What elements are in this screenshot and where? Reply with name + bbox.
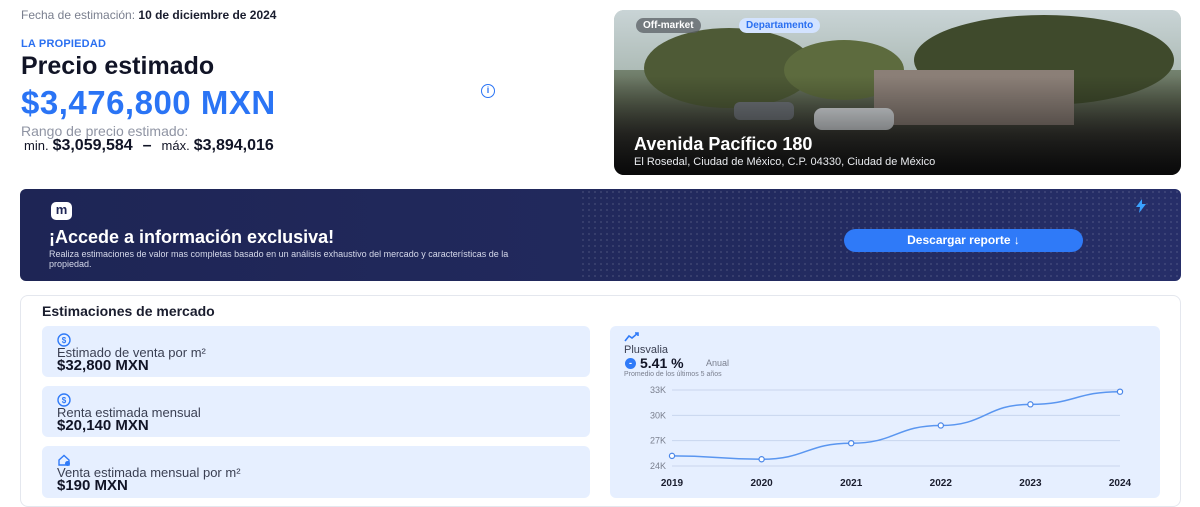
estimation-date-label: Fecha de estimación: — [21, 8, 136, 22]
plusvalia-unit: Anual — [706, 358, 730, 368]
stat-value: $190 MXN — [57, 477, 128, 494]
y-tick-label: 27K — [650, 436, 666, 446]
price-range: min. $3,059,584– máx. $3,894,016 — [24, 137, 274, 155]
plusvalia-value: 5.41 % — [640, 355, 684, 371]
estimation-date: Fecha de estimación: 10 de diciembre de … — [21, 8, 276, 22]
property-location: El Rosedal, Ciudad de México, C.P. 04330… — [634, 156, 936, 168]
x-tick-label: 2024 — [1109, 478, 1132, 489]
y-tick-label: 33K — [650, 385, 666, 395]
estimated-price: $3,476,800 MXN — [21, 84, 276, 121]
min-label: min. — [24, 138, 49, 153]
estimation-date-value: 10 de diciembre de 2024 — [138, 8, 277, 22]
max-label: máx. — [161, 138, 190, 153]
status-badge: Off-market — [636, 18, 701, 33]
download-report-button[interactable]: Descargar reporte ↓ — [844, 229, 1083, 252]
stat-card-monthly-sale-per-m2: Venta estimada mensual por m² $190 MXN — [42, 446, 590, 498]
info-icon[interactable]: i — [481, 84, 495, 98]
x-tick-label: 2020 — [750, 478, 773, 489]
promo-title: ¡Accede a información exclusiva! — [49, 227, 335, 247]
stat-card-sale-per-m2: $ Estimado de venta por m² $32,800 MXN — [42, 326, 590, 377]
series-line — [671, 390, 1121, 460]
data-point — [668, 452, 676, 460]
svg-text:$: $ — [62, 396, 67, 405]
property-address: Avenida Pacífico 180 — [634, 134, 813, 154]
type-badge: Departamento — [739, 18, 821, 33]
y-tick-label: 24K — [650, 461, 666, 471]
min-value: $3,059,584 — [52, 137, 133, 154]
x-tick-label: 2022 — [930, 478, 953, 489]
plusvalia-card: 24K 27K 30K 33K 2019 2020 2021 2022 2023 2024 Plu… — [610, 326, 1160, 498]
stat-card-monthly-rent: $ Renta estimada mensual $20,140 MXN — [42, 386, 590, 437]
stat-value: $32,800 MXN — [57, 357, 149, 374]
data-point — [847, 439, 855, 447]
market-estimates-panel: Estimaciones de mercado $ Estimado de ve… — [20, 295, 1181, 507]
trend-up-icon — [624, 332, 639, 342]
svg-text:$: $ — [62, 336, 67, 345]
max-value: $3,894,016 — [193, 137, 274, 154]
price-title: Precio estimado — [21, 52, 215, 80]
promo-banner: m ¡Accede a información exclusiva! Reali… — [20, 189, 1181, 281]
plusvalia-note: Promedio de los últimos 5 años — [624, 371, 722, 378]
trend-dot-icon: - — [625, 358, 636, 369]
data-point — [937, 422, 944, 429]
data-point — [1116, 388, 1124, 395]
plusvalia-chart: 24K 27K 30K 33K 2019 2020 2021 2022 2023 2024 — [650, 385, 1132, 489]
x-tick-label: 2023 — [1019, 478, 1042, 489]
range-separator: – — [142, 137, 152, 154]
data-point — [1027, 401, 1034, 408]
x-tick-label: 2019 — [661, 478, 684, 489]
data-point — [758, 456, 765, 463]
section-label: LA PROPIEDAD — [21, 38, 107, 50]
market-title: Estimaciones de mercado — [42, 303, 215, 319]
y-tick-label: 30K — [650, 410, 666, 420]
x-tick-label: 2021 — [840, 478, 863, 489]
promo-description: Realiza estimaciones de valor mas comple… — [49, 249, 509, 269]
property-photo-card[interactable]: Off-market Departamento Avenida Pacífico… — [614, 10, 1181, 175]
brand-logo-icon: m — [51, 202, 72, 220]
lightning-icon — [1136, 199, 1146, 213]
stat-value: $20,140 MXN — [57, 417, 149, 434]
